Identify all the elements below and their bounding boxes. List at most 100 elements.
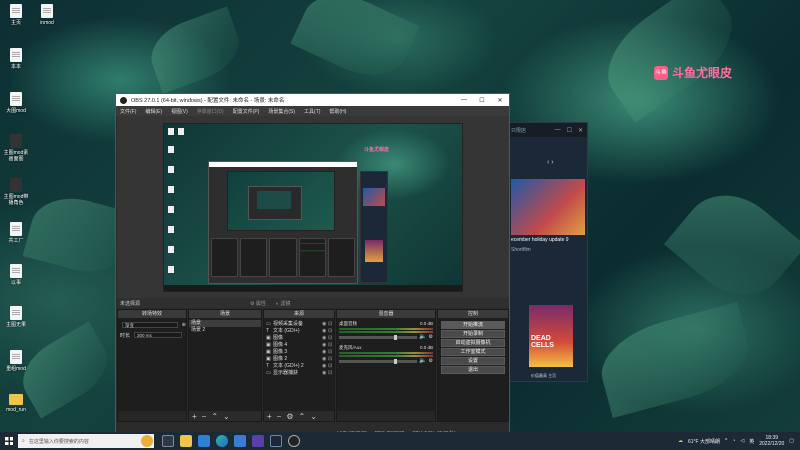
move-up-icon[interactable]: ⌃ — [211, 412, 218, 421]
menu-file[interactable]: 文件(F) — [120, 108, 136, 115]
notification-icon[interactable]: ▢ — [789, 438, 794, 444]
desktop-icon-book[interactable]: 本本 — [1, 48, 31, 70]
steam-window[interactable]: 只限店 — ☐ ✕ ‹ › ecember holiday update 9 S… — [506, 122, 588, 382]
edge-icon[interactable] — [216, 435, 228, 447]
desktop-icon-inmod[interactable]: inmod — [32, 4, 62, 26]
file-icon — [10, 48, 22, 62]
close-icon[interactable]: ✕ — [578, 127, 583, 134]
input-language[interactable]: 英 — [749, 438, 754, 445]
minimize-button[interactable]: — — [455, 97, 473, 104]
clock[interactable]: 18:39 2022/12/20 — [759, 435, 784, 447]
preview-canvas[interactable]: 斗鱼尤眼皮 — [163, 123, 463, 292]
lock-icon[interactable]: ⊡ — [328, 349, 334, 355]
start-virtual-camera-button[interactable]: 启动虚拟摄像机 — [441, 339, 505, 347]
scene-item[interactable]: 场景 — [189, 320, 261, 327]
add-transition-icon[interactable]: ⊕ — [182, 322, 186, 328]
source-item[interactable]: ▣ 图像 ◉ ⊡ — [264, 334, 334, 342]
menu-help[interactable]: 帮助(H) — [329, 108, 346, 115]
lock-icon[interactable]: ⊡ — [328, 370, 334, 376]
menu-scene-collection[interactable]: 场景集合(S) — [268, 108, 295, 115]
menu-view[interactable]: 视图(V) — [171, 108, 188, 115]
remove-icon[interactable]: − — [277, 412, 282, 421]
desktop-icon-things[interactable]: 以事 — [1, 264, 31, 286]
search-box[interactable]: ⌕ 在这里输入你要搜索的内容 — [18, 434, 154, 448]
remove-icon[interactable]: − — [202, 412, 207, 421]
move-up-icon[interactable]: ⌃ — [299, 412, 306, 421]
store-icon[interactable] — [234, 435, 246, 447]
lock-icon[interactable]: ⊡ — [328, 328, 334, 334]
menu-profile[interactable]: 配置文件(P) — [233, 108, 260, 115]
gear-icon[interactable]: ⚙ — [286, 412, 293, 421]
move-down-icon[interactable]: ⌄ — [310, 412, 317, 421]
gear-icon[interactable]: ⚙ — [429, 358, 433, 364]
settings-button[interactable]: 设置 — [441, 357, 505, 365]
transition-select[interactable]: 渐变 — [122, 322, 178, 328]
lock-icon[interactable]: ⊡ — [328, 363, 334, 369]
source-item[interactable]: ▣ 图像 2 ◉ ⊡ — [264, 355, 334, 363]
carousel-arrows-icon[interactable]: ‹ › — [547, 159, 554, 166]
close-button[interactable]: ✕ — [491, 97, 509, 104]
desktop-icon-factory[interactable]: 共工厂 — [1, 222, 31, 244]
news-headline[interactable]: ecember holiday update 9 — [511, 237, 587, 243]
source-item[interactable]: ▭ 显示器捕获 ◉ ⊡ — [264, 369, 334, 377]
filters-button[interactable]: ◐ 滤镜 — [276, 300, 290, 307]
start-recording-button[interactable]: 开始录制 — [441, 330, 505, 338]
maximize-button[interactable]: ☐ — [473, 97, 491, 104]
speaker-icon[interactable]: 🔈 — [419, 357, 426, 364]
obs-icon[interactable] — [288, 435, 300, 447]
visual-studio-icon[interactable] — [252, 435, 264, 447]
file-explorer-icon[interactable] — [180, 435, 192, 447]
desktop-icon-bigmod[interactable]: 大图mod — [1, 92, 31, 114]
task-view-icon[interactable] — [162, 435, 174, 447]
speaker-icon[interactable]: 🔈 — [419, 333, 426, 340]
volume-icon[interactable]: ◁ — [740, 438, 744, 444]
scene-item[interactable]: 场景 2 — [189, 327, 261, 334]
text-icon: T — [266, 327, 270, 334]
menu-edit[interactable]: 编辑(E) — [145, 108, 162, 115]
lock-icon[interactable]: ⊡ — [328, 335, 334, 341]
volume-slider[interactable] — [339, 334, 418, 340]
menu-docks[interactable]: 停靠窗口(D) — [197, 108, 224, 115]
desktop-icon-home[interactable]: 主页 — [1, 4, 31, 26]
add-icon[interactable]: + — [267, 412, 272, 421]
move-down-icon[interactable]: ⌄ — [223, 412, 230, 421]
properties-button[interactable]: ⚙ 属性 — [250, 300, 266, 307]
desktop-icon-regroup[interactable]: 重组mod — [1, 350, 31, 372]
source-item[interactable]: T 文本 (GDI+) 2 ◉ ⊡ — [264, 362, 334, 370]
lock-icon[interactable]: ⊡ — [328, 356, 334, 362]
weather-text[interactable]: 61°F 大部晴朗 — [688, 438, 720, 445]
desktop-icon-no-result[interactable]: 主图无果 — [1, 306, 31, 328]
source-item[interactable]: ▣ 图像 4 ◉ ⊡ — [264, 341, 334, 349]
file-icon — [41, 4, 53, 18]
tray-chevron-icon[interactable]: ^ — [725, 438, 727, 444]
minimize-icon[interactable]: — — [555, 127, 561, 133]
obs-window[interactable]: OBS 27.0.1 (64-bit, windows) - 配置文件: 未命名… — [115, 93, 510, 438]
source-item[interactable]: T 文本 (GDI+) ◉ ⊡ — [264, 327, 334, 335]
lock-icon[interactable]: ⊡ — [328, 321, 334, 327]
weather-icon[interactable]: ☁ — [678, 438, 683, 444]
network-icon[interactable]: ◔ — [732, 438, 735, 444]
desktop-icon-mod-a[interactable]: 主图mod素 画面图 — [1, 134, 31, 162]
source-item[interactable]: ▣ 图像 3 ◉ ⊡ — [264, 348, 334, 356]
mail-icon[interactable] — [198, 435, 210, 447]
gear-icon[interactable]: ⚙ — [429, 334, 433, 340]
steam-icon[interactable] — [270, 435, 282, 447]
menu-tools[interactable]: 工具(T) — [304, 108, 320, 115]
exit-button[interactable]: 退出 — [441, 366, 505, 374]
source-item[interactable]: ▭ 视频采集设备 ◉ ⊡ — [264, 320, 334, 328]
game-capsule-art[interactable]: DEAD CELLS — [529, 305, 573, 367]
volume-slider[interactable] — [339, 358, 418, 364]
controls-header: 控制 — [438, 310, 508, 318]
studio-mode-button[interactable]: 工作室模式 — [441, 348, 505, 356]
preview-area[interactable]: 斗鱼尤眼皮 — [117, 116, 509, 298]
start-streaming-button[interactable]: 开始推流 — [441, 321, 505, 329]
add-icon[interactable]: + — [192, 412, 197, 421]
duration-field[interactable]: 300 ms — [134, 332, 182, 338]
maximize-icon[interactable]: ☐ — [567, 127, 572, 134]
desktop-icon-mod-run[interactable]: mod_run — [1, 392, 31, 413]
featured-game-art[interactable] — [511, 179, 585, 235]
windows-logo-icon — [5, 437, 13, 445]
start-button[interactable] — [0, 432, 18, 450]
lock-icon[interactable]: ⊡ — [328, 342, 334, 348]
desktop-icon-mod-b[interactable]: 主图mod带 播角色 — [1, 178, 31, 206]
